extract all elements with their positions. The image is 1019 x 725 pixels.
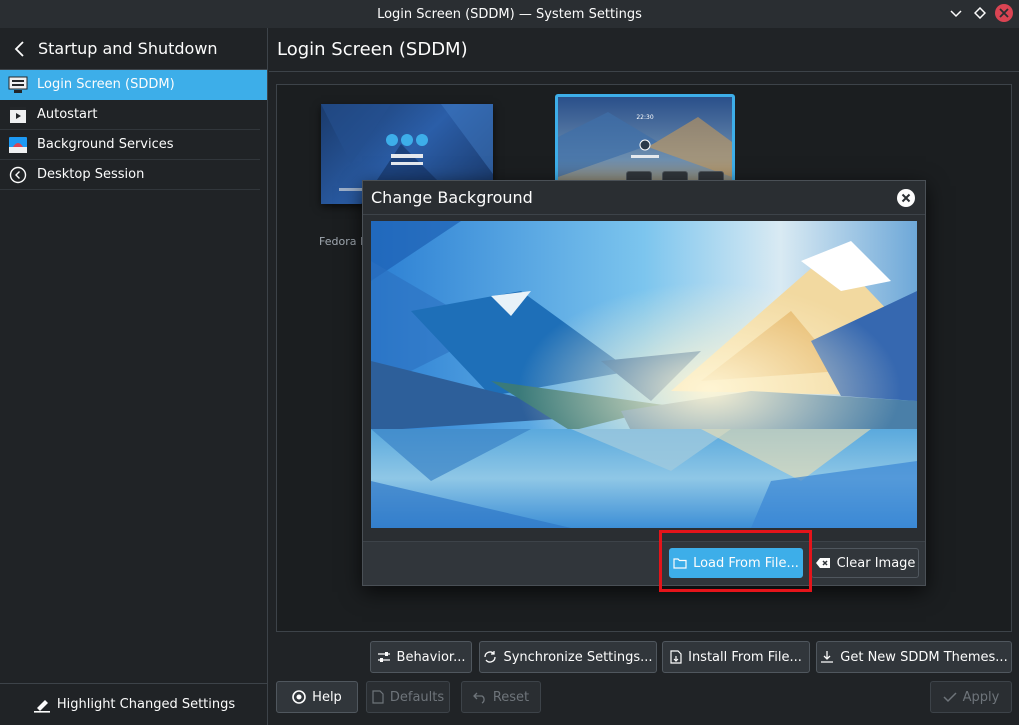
chevron-down-icon bbox=[950, 10, 962, 18]
install-label: Install From File... bbox=[688, 649, 802, 665]
sidebar: Startup and Shutdown Login Screen (SDDM)… bbox=[0, 28, 268, 725]
install-from-file-button[interactable]: Install From File... bbox=[662, 641, 810, 673]
help-label: Help bbox=[312, 689, 342, 705]
close-icon bbox=[901, 193, 911, 203]
get-new-themes-button[interactable]: Get New SDDM Themes... bbox=[816, 641, 1012, 673]
defaults-button[interactable]: Defaults bbox=[366, 681, 450, 713]
theme-label: Fedora K bbox=[319, 235, 368, 248]
sidebar-item-label: Autostart bbox=[37, 107, 98, 122]
apply-label: Apply bbox=[962, 689, 1000, 705]
download-icon bbox=[821, 651, 834, 663]
undo-icon bbox=[472, 692, 485, 704]
sidebar-item-background-services[interactable]: Background Services bbox=[0, 130, 260, 160]
sidebar-title: Startup and Shutdown bbox=[38, 39, 218, 58]
title-bar: Login Screen (SDDM) — System Settings bbox=[0, 0, 1019, 28]
close-icon bbox=[999, 8, 1009, 18]
sliders-icon bbox=[377, 652, 390, 662]
dialog-close-button[interactable] bbox=[897, 189, 915, 207]
sidebar-header: Startup and Shutdown bbox=[0, 28, 267, 70]
window-title: Login Screen (SDDM) — System Settings bbox=[377, 6, 642, 22]
get-new-label: Get New SDDM Themes... bbox=[840, 649, 1008, 665]
page-title: Login Screen (SDDM) bbox=[269, 28, 1019, 72]
chevron-left-icon bbox=[14, 40, 24, 57]
background-preview bbox=[371, 221, 917, 528]
change-background-dialog: Change Background Load From File... Clea… bbox=[362, 180, 926, 586]
sidebar-item-desktop-session[interactable]: Desktop Session bbox=[0, 160, 260, 190]
defaults-label: Defaults bbox=[389, 689, 445, 705]
sidebar-item-label: Background Services bbox=[37, 137, 174, 152]
sidebar-item-autostart[interactable]: Autostart bbox=[0, 100, 260, 130]
reset-label: Reset bbox=[492, 689, 530, 705]
clear-image-label: Clear Image bbox=[836, 555, 916, 571]
highlight-label: Highlight Changed Settings bbox=[56, 697, 236, 712]
diamond-icon bbox=[974, 7, 986, 19]
document-icon bbox=[372, 690, 384, 704]
close-window-button[interactable] bbox=[995, 4, 1013, 22]
highlight-changed-settings-button[interactable]: Highlight Changed Settings bbox=[0, 683, 268, 725]
dialog-footer: Load From File... Clear Image bbox=[363, 541, 925, 585]
sidebar-item-label: Desktop Session bbox=[37, 167, 145, 182]
login-screen-icon bbox=[8, 76, 28, 94]
synchronize-settings-button[interactable]: Synchronize Settings... bbox=[479, 641, 657, 673]
svg-text:22:30: 22:30 bbox=[636, 114, 653, 121]
help-button[interactable]: Help bbox=[276, 681, 358, 713]
keep-above-button[interactable] bbox=[971, 4, 989, 22]
file-install-icon bbox=[670, 650, 682, 664]
sidebar-list: Login Screen (SDDM) Autostart Background… bbox=[0, 70, 267, 190]
clear-image-button[interactable]: Clear Image bbox=[811, 548, 919, 578]
reset-button[interactable]: Reset bbox=[461, 681, 541, 713]
background-services-icon bbox=[8, 136, 28, 154]
checkmark-icon bbox=[943, 692, 957, 703]
dialog-title: Change Background bbox=[363, 181, 925, 215]
behavior-button[interactable]: Behavior... bbox=[370, 641, 472, 673]
sync-icon bbox=[484, 651, 497, 663]
apply-button[interactable]: Apply bbox=[930, 681, 1012, 713]
back-button[interactable] bbox=[10, 39, 30, 59]
sync-label: Synchronize Settings... bbox=[503, 649, 653, 665]
sidebar-item-label: Login Screen (SDDM) bbox=[37, 77, 175, 92]
behavior-label: Behavior... bbox=[396, 649, 466, 665]
desktop-session-icon bbox=[8, 166, 28, 184]
sidebar-item-login-screen[interactable]: Login Screen (SDDM) bbox=[0, 70, 267, 100]
annotation-highlight bbox=[659, 530, 812, 592]
autostart-icon bbox=[8, 106, 28, 124]
clear-icon bbox=[815, 558, 830, 568]
minimize-button[interactable] bbox=[947, 4, 965, 22]
highlighter-icon bbox=[33, 699, 50, 713]
help-icon bbox=[292, 690, 306, 704]
